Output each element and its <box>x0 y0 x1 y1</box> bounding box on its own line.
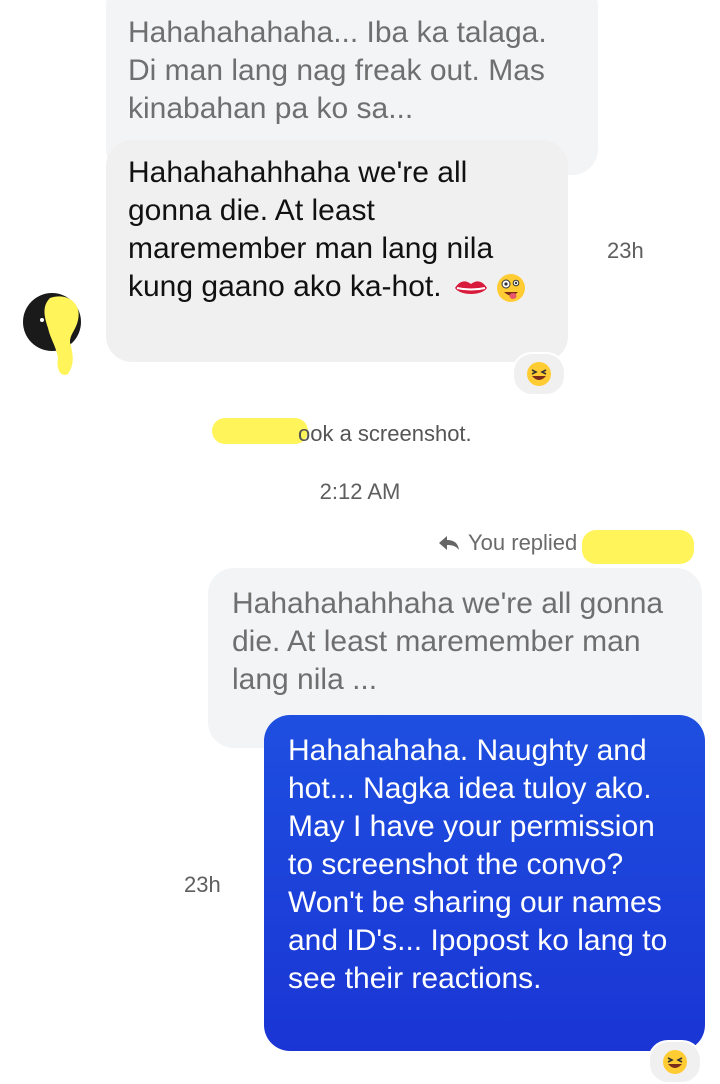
laughing-face-icon <box>527 362 551 386</box>
reply-quoted-message-text: Hahahahahhaha we're all gonna die. At le… <box>232 587 664 696</box>
crazy-face-emoji-icon <box>497 274 526 303</box>
reply-arrow-icon <box>439 536 459 550</box>
reply-header-text: You replied <box>468 530 578 555</box>
received-message-body: Hahahahahhaha we're all gonna die. At le… <box>128 156 494 303</box>
redacted-reply-target <box>582 530 694 564</box>
received-reaction-chip[interactable] <box>512 352 566 396</box>
sent-reaction-chip[interactable] <box>648 1040 702 1084</box>
laughing-face-icon <box>663 1050 687 1074</box>
received-message-time: 23h <box>607 238 644 263</box>
quoted-message-top-text: Hahahahahaha... Iba ka talaga. Di man la… <box>128 16 547 125</box>
screenshot-notice: ook a screenshot. <box>210 418 530 448</box>
conversation-timestamp: 2:12 AM <box>319 479 401 504</box>
screenshot-notice-text: ook a screenshot. <box>298 421 472 446</box>
received-message-bubble[interactable]: Hahahahahhaha we're all gonna die. At le… <box>106 140 568 362</box>
redacted-name <box>212 418 308 444</box>
avatar-image <box>23 293 81 375</box>
received-message-text: Hahahahahhaha we're all gonna die. At le… <box>128 154 548 306</box>
sent-message-text: Hahahahaha. Naughty and hot... Nagka ide… <box>288 734 668 995</box>
reply-header: You replied <box>438 526 577 560</box>
sent-message-bubble[interactable]: Hahahahaha. Naughty and hot... Nagka ide… <box>264 715 705 1051</box>
sent-message-time: 23h <box>184 872 221 897</box>
lips-emoji-icon <box>454 281 487 295</box>
sender-avatar[interactable] <box>20 290 90 380</box>
